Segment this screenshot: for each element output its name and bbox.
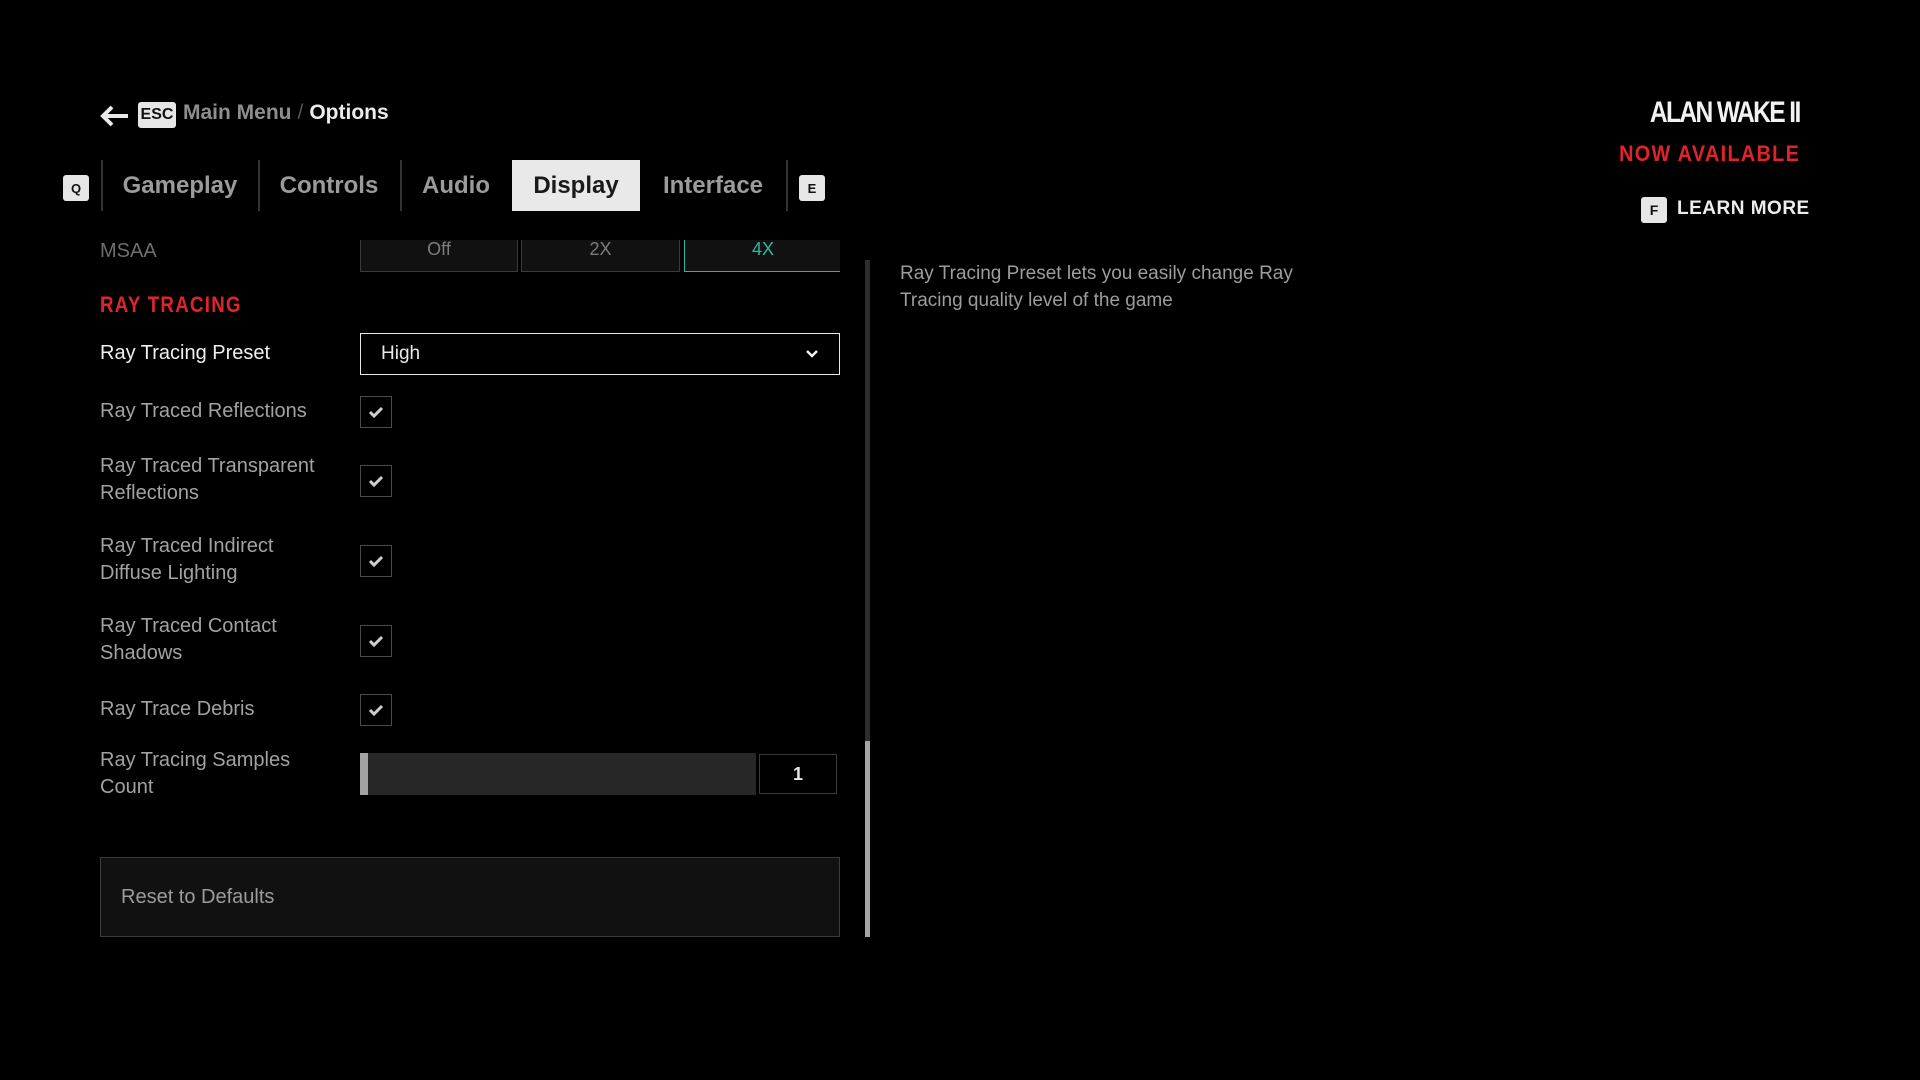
setting-label: Ray Traced Transparent Reflections — [100, 455, 315, 504]
ray-traced-transparent-reflections-checkbox[interactable] — [360, 465, 392, 497]
prev-tab-key-hint[interactable]: Q — [63, 175, 89, 201]
chevron-down-icon — [806, 350, 818, 358]
breadcrumb-main-menu[interactable]: Main Menu — [183, 101, 292, 124]
checkmark-icon — [368, 555, 384, 567]
section-title-ray-tracing: RAY TRACING — [100, 292, 242, 317]
tab-divider — [786, 160, 788, 211]
ray-tracing-preset-label: Ray Tracing Preset — [100, 342, 271, 364]
learn-more-key-hint[interactable]: F — [1641, 197, 1667, 223]
checkmark-icon — [368, 406, 384, 418]
msaa-option-off[interactable]: Off — [360, 240, 518, 272]
promo-tagline: NOW AVAILABLE — [1618, 141, 1800, 166]
setting-label: Ray Tracing Samples Count — [100, 749, 291, 798]
setting-label: Ray Traced Reflections — [100, 400, 307, 422]
msaa-option-2x[interactable]: 2X — [521, 240, 680, 272]
settings-scrollbar[interactable] — [865, 260, 870, 937]
tab-divider — [101, 160, 103, 211]
tab-gameplay[interactable]: Gameplay — [104, 160, 256, 211]
tab-controls[interactable]: Controls — [262, 160, 396, 211]
settings-list: MSAA Off 2X 4X RAY TRACING Ray Tracing P… — [100, 240, 840, 940]
back-arrow-icon[interactable] — [100, 104, 130, 128]
esc-key-hint[interactable]: ESC — [138, 102, 176, 128]
tab-interface[interactable]: Interface — [644, 160, 782, 211]
samples-count-value[interactable]: 1 — [759, 754, 837, 794]
game-logo: ALAN WAKE II — [1650, 96, 1801, 129]
ray-traced-indirect-diffuse-lighting-checkbox[interactable] — [360, 545, 392, 577]
setting-label: Ray Trace Debris — [100, 698, 255, 720]
tab-divider — [258, 160, 260, 211]
checkmark-icon — [368, 704, 384, 716]
reset-to-defaults-button[interactable]: Reset to Defaults — [100, 857, 840, 937]
checkmark-icon — [368, 475, 384, 487]
ray-traced-contact-shadows-checkbox[interactable] — [360, 625, 392, 657]
tab-display[interactable]: Display — [512, 160, 640, 211]
ray-traced-reflections-checkbox[interactable] — [360, 396, 392, 428]
tab-divider — [400, 160, 402, 211]
next-tab-key-hint[interactable]: E — [799, 175, 825, 201]
slider-fill[interactable] — [360, 753, 368, 795]
setting-label: Ray Traced Indirect Diffuse Lighting — [100, 535, 274, 584]
ray-tracing-preset-dropdown[interactable]: High — [360, 333, 840, 375]
ray-trace-debris-checkbox[interactable] — [360, 694, 392, 726]
learn-more-button[interactable]: LEARN MORE — [1677, 198, 1810, 220]
dropdown-value: High — [381, 343, 421, 364]
msaa-label: MSAA — [100, 240, 157, 262]
setting-label: Ray Traced Contact Shadows — [100, 615, 277, 664]
breadcrumb-options: Options — [309, 101, 389, 124]
scrollbar-thumb[interactable] — [865, 740, 870, 937]
setting-description: Ray Tracing Preset lets you easily chang… — [900, 263, 1293, 311]
samples-count-slider[interactable] — [360, 753, 756, 795]
breadcrumb: Main Menu / Options — [183, 101, 389, 125]
checkmark-icon — [368, 635, 384, 647]
tab-audio[interactable]: Audio — [404, 160, 508, 211]
msaa-option-4x[interactable]: 4X — [684, 240, 840, 272]
breadcrumb-separator: / — [297, 101, 304, 124]
